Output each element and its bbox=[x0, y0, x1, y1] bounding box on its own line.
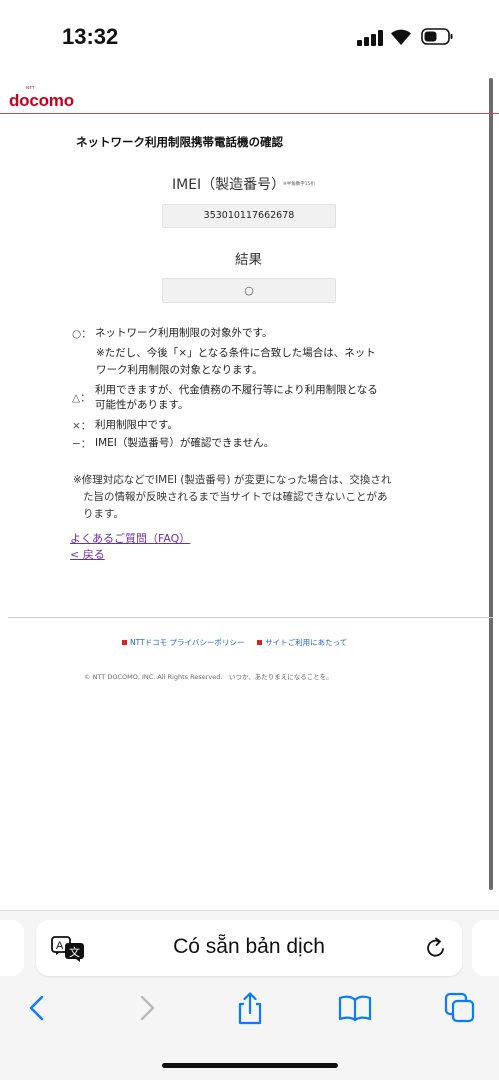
legend-symbol-restricted: ×： bbox=[72, 420, 92, 432]
faq-link[interactable]: よくあるご質問（FAQ） bbox=[70, 530, 190, 546]
status-bar: 13:32 bbox=[0, 0, 499, 74]
next-tab-card[interactable] bbox=[472, 920, 499, 976]
footer-divider bbox=[8, 617, 493, 618]
legend-symbol-ok: ○： bbox=[72, 328, 92, 340]
legend-text-unknown: IMEI（製造番号）が確認できません。 bbox=[95, 437, 275, 449]
cellular-signal-icon bbox=[357, 30, 383, 46]
legend-text-restricted: 利用制限中です。 bbox=[95, 419, 178, 431]
note-line: ります。 bbox=[83, 508, 124, 520]
back-link[interactable]: < 戻る bbox=[70, 546, 105, 562]
reload-icon[interactable] bbox=[424, 936, 448, 960]
imei-change-note: ※修理対応などでIMEI (製造番号) が変更になった場合は、交換され た旨の情… bbox=[73, 472, 433, 523]
legend-text-warning: 利用できますが、代金債務の不履行等により利用制限となる bbox=[95, 384, 378, 396]
footer-links: NTTドコモ プライバシーポリシー サイトご利用にあたって bbox=[122, 637, 347, 648]
docomo-logo[interactable]: NTT docomo bbox=[9, 85, 89, 111]
bookmarks-icon[interactable] bbox=[337, 990, 373, 1026]
imei-note: ※半角数字15桁 bbox=[283, 182, 315, 187]
site-terms-link[interactable]: サイトご利用にあたって bbox=[265, 638, 347, 647]
result-label: 結果 bbox=[235, 252, 262, 268]
status-time: 13:32 bbox=[62, 24, 119, 49]
privacy-policy-link[interactable]: NTTドコモ プライバシーポリシー bbox=[130, 638, 244, 647]
translation-banner-text: Có sẵn bản dịch bbox=[173, 935, 325, 958]
copyright-text: © NTT DOCOMO, INC. All Rights Reserved. … bbox=[84, 673, 333, 681]
note-line: ※修理対応などでIMEI (製造番号) が変更になった場合は、交換され bbox=[73, 474, 392, 486]
imei-field: 353010117662678 bbox=[162, 204, 336, 228]
bullet-icon bbox=[122, 640, 127, 645]
page-scrollbar[interactable] bbox=[489, 78, 493, 890]
share-icon[interactable] bbox=[232, 990, 268, 1026]
legend-text-warning-2: 可能性があります。 bbox=[95, 399, 189, 411]
forward-icon[interactable] bbox=[128, 990, 164, 1026]
imei-label: IMEI（製造番号） bbox=[172, 177, 286, 193]
legend-symbol-warning: △： bbox=[72, 392, 91, 404]
back-icon[interactable] bbox=[20, 990, 56, 1026]
legend-text-ok-note: ※ただし、今後「×」となる条件に合致した場合は、ネット bbox=[96, 347, 376, 359]
result-field: ○ bbox=[162, 278, 336, 303]
previous-tab-card[interactable] bbox=[0, 920, 24, 976]
legend-text-ok-note-2: ワーク利用制限の対象となります。 bbox=[96, 364, 263, 376]
logo-ntt-text: NTT bbox=[26, 85, 35, 90]
home-indicator[interactable] bbox=[162, 1063, 338, 1068]
page-title: ネットワーク利用制限携帯電話機の確認 bbox=[76, 135, 283, 149]
bullet-icon bbox=[257, 640, 263, 645]
translation-banner[interactable]: A 文 Có sẵn bản dịch bbox=[36, 920, 462, 976]
header-divider bbox=[0, 113, 499, 114]
legend-text-ok: ネットワーク利用制限の対象外です。 bbox=[95, 327, 273, 339]
note-line: た旨の情報が反映されるまで当サイトでは確認できないことがあ bbox=[83, 491, 388, 503]
battery-icon bbox=[421, 28, 453, 45]
wifi-icon bbox=[391, 29, 411, 45]
legend-symbol-unknown: −： bbox=[72, 438, 92, 450]
logo-text: docomo bbox=[9, 91, 74, 110]
tabs-icon[interactable] bbox=[442, 990, 478, 1026]
